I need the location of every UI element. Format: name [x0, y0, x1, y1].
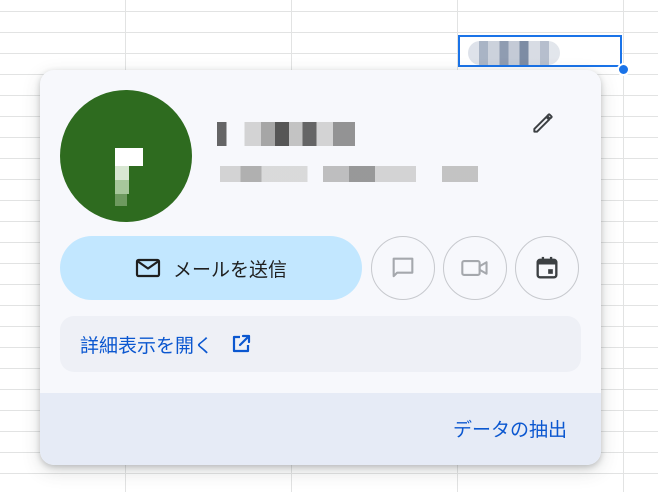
contact-name-redacted [217, 122, 355, 146]
avatar-initial [115, 148, 149, 208]
videocam-icon [461, 260, 488, 276]
selection-fill-handle[interactable] [617, 63, 630, 76]
avatar [60, 90, 192, 222]
send-email-button[interactable]: メールを送信 [60, 236, 362, 300]
pencil-icon [533, 113, 553, 133]
contact-email-redacted [220, 166, 478, 182]
open-details-link[interactable]: 詳細表示を開く [60, 316, 581, 372]
open-details-label: 詳細表示を開く [80, 334, 214, 357]
open-in-new-icon [232, 334, 251, 353]
contact-card: メールを送信 詳細表示を開く データの抽出 [40, 70, 601, 465]
mail-icon [135, 258, 161, 278]
edit-contact-button[interactable] [526, 106, 560, 140]
export-data-link[interactable]: データの抽出 [453, 415, 567, 442]
video-call-button[interactable] [443, 236, 507, 300]
card-footer: データの抽出 [40, 393, 601, 465]
person-chip[interactable] [468, 41, 560, 65]
send-email-label: メールを送信 [172, 258, 287, 281]
chat-icon [392, 257, 414, 278]
chat-button[interactable] [371, 236, 435, 300]
calendar-icon [536, 256, 558, 279]
schedule-event-button[interactable] [515, 236, 579, 300]
